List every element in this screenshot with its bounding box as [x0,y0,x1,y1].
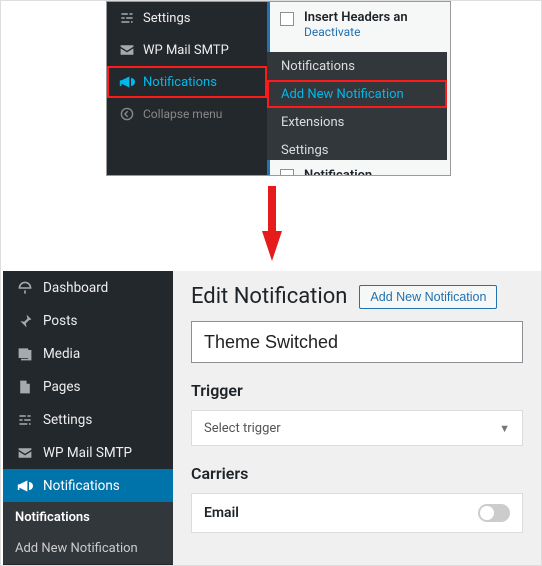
collapse-icon [117,107,137,121]
page-icon [15,379,35,395]
plugin-deactivate-link[interactable]: Deactivate [304,25,408,39]
sidebar-item-wp-mail-smtp[interactable]: WP Mail SMTP [107,34,267,66]
highlight-box-submenu [267,80,447,108]
submenu-add-new-notification[interactable]: Add New Notification [3,533,173,564]
red-arrow-down-icon [262,186,282,261]
collapse-label: Collapse menu [143,107,222,121]
notifications-submenu: Notifications Add New Notification Exten… [267,52,447,164]
sidebar-label: Settings [43,412,92,428]
plugin-row-2: Notification [267,160,451,176]
checkbox[interactable] [280,12,294,26]
carrier-label: Email [204,505,239,521]
sidebar-item-media[interactable]: Media [3,337,173,370]
sidebar-label: Settings [143,11,190,26]
plugin-row: Insert Headers an Deactivate [267,2,451,52]
sidebar-label: WP Mail SMTP [43,445,132,461]
sidebar-item-settings[interactable]: Settings [3,403,173,436]
sidebar-label: Dashboard [43,280,108,296]
pin-icon [15,313,35,329]
collapse-menu[interactable]: Collapse menu [107,98,267,130]
submenu-notifications[interactable]: Notifications [267,52,447,80]
sidebar-label: Posts [43,313,77,329]
add-new-notification-button[interactable]: Add New Notification [359,285,497,309]
plugin-name: Insert Headers an [304,10,408,25]
notification-title-input[interactable] [191,321,523,363]
screenshot-bottom: Dashboard Posts Media Pages [3,271,541,565]
checkbox[interactable] [280,169,294,176]
submenu-extensions[interactable]: Extensions [267,108,447,136]
sidebar-item-dashboard[interactable]: Dashboard [3,271,173,304]
sidebar-item-notifications[interactable]: Notifications [3,469,173,502]
carriers-section-label: Carriers [191,464,523,483]
sidebar-label: Notifications [43,478,120,494]
sidebar-item-pages[interactable]: Pages [3,370,173,403]
trigger-placeholder: Select trigger [204,421,281,436]
mail-icon [15,445,35,461]
sidebar-label: Pages [43,379,81,395]
sidebar-item-settings[interactable]: Settings [107,2,267,34]
caret-down-icon: ▼ [499,422,510,435]
media-icon [15,346,35,362]
carrier-row-email[interactable]: Email [191,493,523,533]
sliders-icon [15,412,35,428]
sliders-icon [117,10,137,26]
sidebar-label: WP Mail SMTP [143,43,229,58]
title-bar: Edit Notification Add New Notification [191,284,523,309]
screenshot-top: Settings WP Mail SMTP Notifications Coll… [106,1,451,176]
mail-icon [117,42,137,58]
plugin-name: Notification [304,168,372,177]
carrier-toggle[interactable] [478,504,510,522]
admin-sidebar: Dashboard Posts Media Pages [3,271,173,565]
submenu-notifications[interactable]: Notifications [3,502,173,533]
sidebar-label: Media [43,346,80,362]
megaphone-icon [15,478,35,494]
sidebar-item-wp-mail-smtp[interactable]: WP Mail SMTP [3,436,173,469]
trigger-select[interactable]: Select trigger ▼ [191,410,523,446]
main-content: Edit Notification Add New Notification T… [173,271,541,565]
sidebar-item-posts[interactable]: Posts [3,304,173,337]
page-title: Edit Notification [191,284,347,309]
trigger-section-label: Trigger [191,381,523,400]
dashboard-icon [15,280,35,296]
highlight-box-menu [107,66,267,98]
